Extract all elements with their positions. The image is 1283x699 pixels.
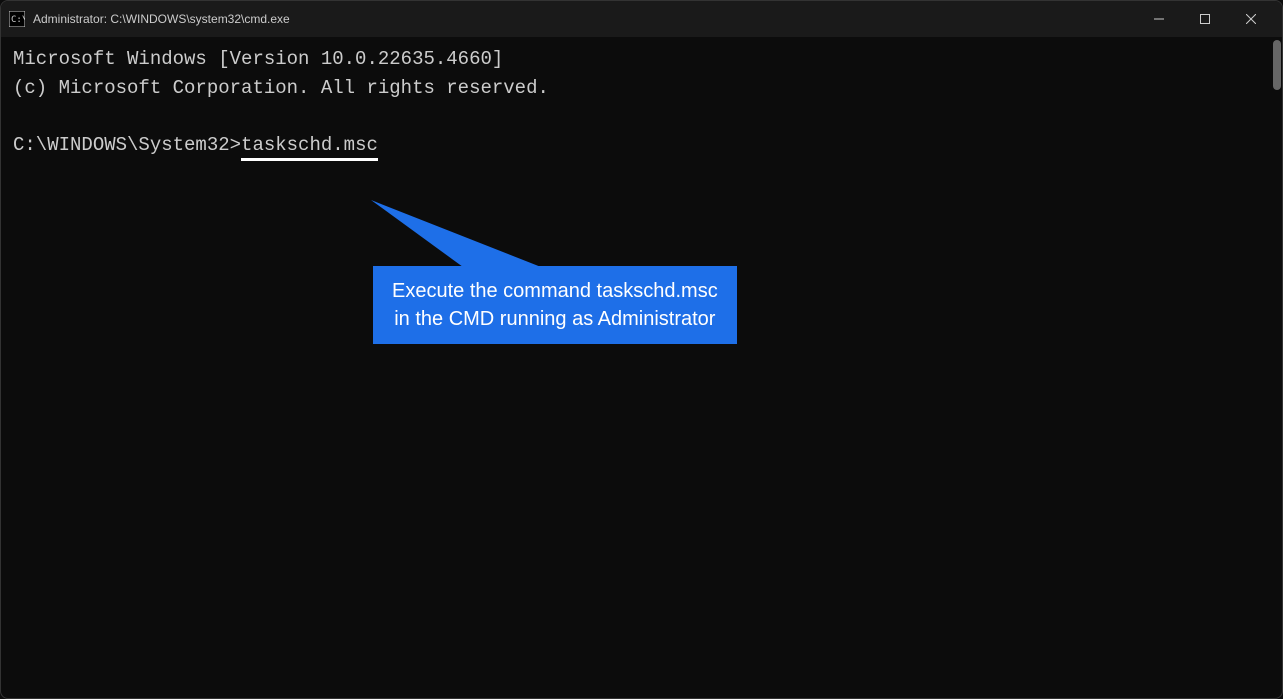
terminal-output-line: (c) Microsoft Corporation. All rights re… bbox=[13, 74, 1270, 103]
window-controls bbox=[1136, 1, 1274, 37]
callout-box: Execute the command taskschd.msc in the … bbox=[373, 266, 737, 344]
callout-text-line: in the CMD running as Administrator bbox=[392, 305, 718, 333]
terminal-prompt-line: C:\WINDOWS\System32>taskschd.msc bbox=[13, 131, 1270, 160]
minimize-button[interactable] bbox=[1136, 1, 1182, 37]
close-button[interactable] bbox=[1228, 1, 1274, 37]
terminal-output-line: Microsoft Windows [Version 10.0.22635.46… bbox=[13, 45, 1270, 74]
titlebar[interactable]: C:\ Administrator: C:\WINDOWS\system32\c… bbox=[1, 1, 1282, 37]
callout-arrow-icon bbox=[371, 200, 571, 280]
maximize-button[interactable] bbox=[1182, 1, 1228, 37]
window-title: Administrator: C:\WINDOWS\system32\cmd.e… bbox=[33, 12, 1136, 26]
svg-text:C:\: C:\ bbox=[11, 15, 25, 25]
command-input[interactable]: taskschd.msc bbox=[241, 134, 378, 161]
callout-text-line: Execute the command taskschd.msc bbox=[392, 277, 718, 305]
prompt-text: C:\WINDOWS\System32> bbox=[13, 134, 241, 156]
scrollbar-thumb[interactable] bbox=[1273, 40, 1281, 90]
cmd-icon: C:\ bbox=[9, 11, 25, 27]
cmd-window: C:\ Administrator: C:\WINDOWS\system32\c… bbox=[0, 0, 1283, 699]
terminal-body[interactable]: Microsoft Windows [Version 10.0.22635.46… bbox=[1, 37, 1282, 698]
terminal-blank-line bbox=[13, 102, 1270, 131]
